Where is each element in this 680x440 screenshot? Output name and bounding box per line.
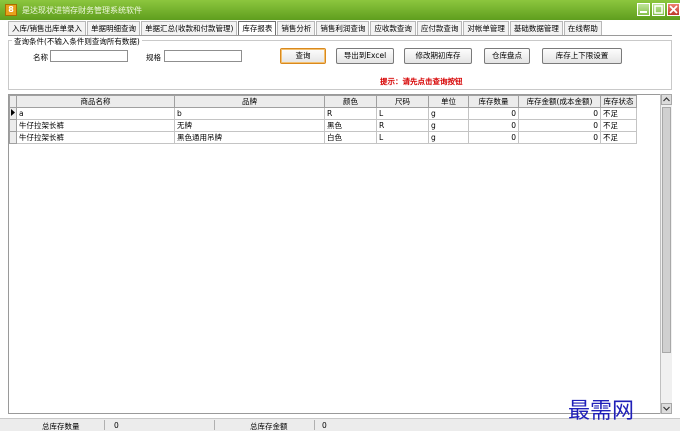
table-cell[interactable]: 0 [518, 119, 601, 132]
table-cell[interactable]: R [324, 107, 377, 120]
table-cell[interactable]: b [174, 107, 325, 120]
tab-entry[interactable]: 入库/销售出库单录入 [8, 21, 87, 35]
table-cell[interactable]: L [376, 131, 429, 144]
query-legend: 查询条件(不输入条件则查询所有数据) [12, 36, 142, 47]
tab-help[interactable]: 在线帮助 [563, 21, 602, 35]
table-cell[interactable]: g [428, 119, 469, 132]
table-cell[interactable]: 0 [518, 131, 601, 144]
column-header[interactable]: 单位 [428, 95, 469, 108]
row-selector[interactable] [9, 107, 17, 120]
chevron-down-icon [663, 406, 670, 411]
table-header-row: 商品名称 品牌 颜色 尺码 单位 库存数量 库存金额(成本金额) 库存状态 [9, 95, 637, 108]
table-cell[interactable]: 0 [468, 131, 519, 144]
total-amount-value: 0 [322, 421, 327, 430]
column-header[interactable]: 库存金额(成本金额) [518, 95, 601, 108]
maximize-button[interactable] [652, 3, 665, 16]
minimize-icon [640, 11, 647, 13]
row-selector-header [9, 95, 17, 108]
table-cell[interactable]: 不足 [600, 119, 637, 132]
table-cell[interactable]: 牛仔拉架长裤 [16, 119, 175, 132]
table-cell[interactable]: 黑色通用吊牌 [174, 131, 325, 144]
current-row-arrow-icon [11, 109, 15, 116]
chevron-up-icon [663, 97, 670, 102]
scroll-up-button[interactable] [661, 94, 672, 105]
stock-limits-button[interactable]: 库存上下限设置 [542, 48, 622, 64]
table-cell[interactable]: 不足 [600, 131, 637, 144]
tab-profit-query[interactable]: 销售利润查询 [316, 21, 370, 35]
inventory-grid[interactable]: 商品名称 品牌 颜色 尺码 单位 库存数量 库存金额(成本金额) 库存状态 a … [8, 94, 668, 414]
status-divider [214, 420, 215, 430]
hint-text: 提示：请先点击查询按钮 [380, 77, 463, 86]
table-cell[interactable]: 黑色 [324, 119, 377, 132]
tab-inventory-report[interactable]: 库存报表 [238, 21, 277, 35]
table-row[interactable]: 牛仔拉架长裤 黑色通用吊牌 白色 L g 0 0 不足 [9, 131, 637, 144]
minimize-button[interactable] [637, 3, 650, 16]
tab-base-data[interactable]: 基础数据管理 [509, 21, 563, 35]
scroll-down-button[interactable] [661, 403, 672, 414]
window-title: 是达现状进销存财务管理系统软件 [22, 6, 142, 15]
total-qty-label: 总库存数量 [42, 422, 80, 431]
name-label: 名称 [33, 53, 48, 62]
export-excel-button[interactable]: 导出到Excel [336, 48, 394, 64]
table-cell[interactable]: g [428, 131, 469, 144]
table-cell[interactable]: 0 [518, 107, 601, 120]
row-selector[interactable] [9, 119, 17, 132]
row-selector[interactable] [9, 131, 17, 144]
table-cell[interactable]: 白色 [324, 131, 377, 144]
table-row[interactable]: a b R L g 0 0 不足 [9, 107, 637, 120]
app-icon: 8 [5, 4, 17, 16]
table-cell[interactable]: g [428, 107, 469, 120]
stocktake-button[interactable]: 仓库盘点 [484, 48, 530, 64]
title-bar: 8 是达现状进销存财务管理系统软件 [0, 0, 680, 20]
spec-label: 规格 [146, 53, 161, 62]
search-button[interactable]: 查询 [280, 48, 326, 64]
spec-input[interactable] [164, 50, 242, 62]
name-input[interactable] [50, 50, 128, 62]
edit-initial-stock-button[interactable]: 修改期初库存 [404, 48, 472, 64]
table-cell[interactable]: L [376, 107, 429, 120]
main-tabs: 入库/销售出库单录入 单据明细查询 单据汇总(收款和付款管理) 库存报表 销售分… [8, 21, 672, 36]
close-button[interactable] [667, 3, 680, 16]
table-cell[interactable]: 无牌 [174, 119, 325, 132]
table-cell[interactable]: 0 [468, 107, 519, 120]
column-header[interactable]: 商品名称 [16, 95, 175, 108]
table-cell[interactable]: 不足 [600, 107, 637, 120]
column-header[interactable]: 尺码 [376, 95, 429, 108]
inventory-table: 商品名称 品牌 颜色 尺码 单位 库存数量 库存金额(成本金额) 库存状态 a … [9, 95, 637, 144]
watermark-logo: 最需网 [568, 399, 635, 424]
total-amount-label: 总库存金额 [250, 422, 288, 431]
table-row[interactable]: 牛仔拉架长裤 无牌 黑色 R g 0 0 不足 [9, 119, 637, 132]
tab-detail-query[interactable]: 单据明细查询 [87, 21, 141, 35]
column-header[interactable]: 库存数量 [468, 95, 519, 108]
status-divider [104, 420, 105, 430]
total-qty-value: 0 [114, 421, 119, 430]
vertical-scrollbar[interactable] [660, 94, 672, 414]
scrollbar-thumb[interactable] [662, 107, 671, 353]
column-header[interactable]: 库存状态 [600, 95, 637, 108]
table-cell[interactable]: 牛仔拉架长裤 [16, 131, 175, 144]
column-header[interactable]: 品牌 [174, 95, 325, 108]
tab-summary[interactable]: 单据汇总(收款和付款管理) [141, 21, 238, 35]
table-cell[interactable]: a [16, 107, 175, 120]
close-icon [669, 5, 678, 14]
column-header[interactable]: 颜色 [324, 95, 377, 108]
tab-statements[interactable]: 对帐单管理 [463, 21, 509, 35]
tab-receivables[interactable]: 应收款查询 [370, 21, 416, 35]
table-cell[interactable]: 0 [468, 119, 519, 132]
table-cell[interactable]: R [376, 119, 429, 132]
tab-sales-analysis[interactable]: 销售分析 [277, 21, 316, 35]
status-divider [314, 420, 315, 430]
maximize-icon [654, 5, 663, 14]
tab-payables[interactable]: 应付款查询 [416, 21, 463, 35]
